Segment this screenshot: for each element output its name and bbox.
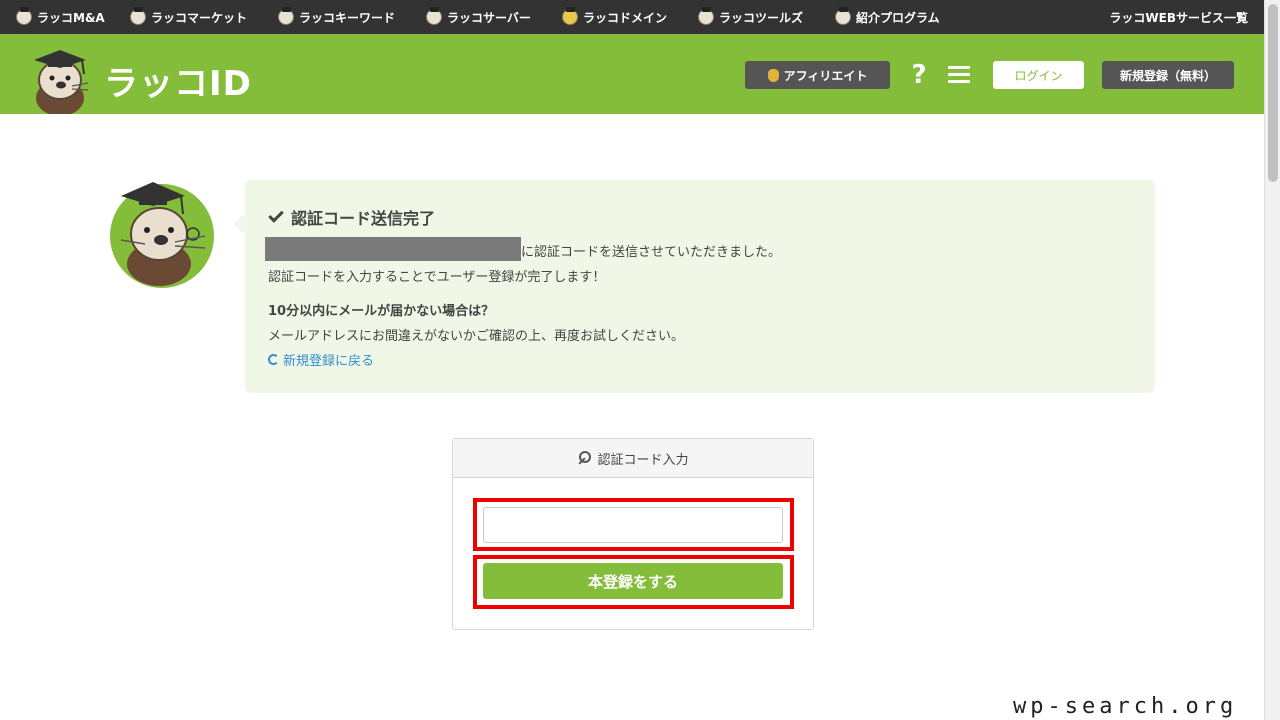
check-icon [268,207,284,223]
otter-mascot-icon [120,182,206,286]
service-link-market[interactable]: ラッコマーケット [130,0,247,34]
service-nav-bar: ラッコM&A ラッコマーケット ラッコキーワード ラッコサーバー ラッコドメイン… [0,0,1264,34]
otter-icon [426,7,442,25]
otter-icon [16,7,32,25]
hamburger-menu-icon[interactable] [948,66,970,84]
affiliate-button[interactable]: アフィリエイト [745,61,890,89]
message-title: 認証コード送信完了 [268,205,436,229]
confirmation-message-box: 認証コード送信完了 に認証コードを送信させていただきました。 認証コードを入力す… [233,180,1155,393]
message-instruction-text: 認証コードを入力することでユーザー登録が完了します！ [268,270,606,285]
otter-icon [835,7,851,25]
redacted-email [265,237,521,261]
otter-icon [130,7,146,25]
auth-code-input[interactable] [483,507,783,543]
message-title-text: 認証コード送信完了 [291,209,436,228]
watermark-text: wp-search.org [1013,694,1238,719]
service-link-label: ラッコマーケット [151,10,248,25]
register-button[interactable]: 新規登録（無料） [1102,61,1234,89]
service-link-tools[interactable]: ラッコツールズ [698,0,803,34]
service-link-label: ラッコキーワード [299,10,396,25]
brand-name: ラッコID [104,63,252,104]
back-link-label: 新規登録に戻る [283,354,375,369]
service-link-keyword[interactable]: ラッコキーワード [278,0,395,34]
service-link-label: 紹介プログラム [856,10,940,25]
otter-avatar [110,182,214,288]
service-link-domain[interactable]: ラッコドメイン [562,0,667,34]
site-logo[interactable]: ラッコID [26,46,252,114]
undo-icon [268,354,279,365]
auth-panel-header: 認証コード入力 [453,439,813,478]
service-link-label: ラッコドメイン [583,10,668,25]
service-link-server[interactable]: ラッコサーバー [426,0,531,34]
help-icon[interactable]: ? [908,60,930,90]
auth-panel-title: 認証コード入力 [597,452,689,468]
message-retry-text: メールアドレスにお間違えがないかご確認の上、再度お試しください。 [268,329,685,344]
service-link-label: ラッコツールズ [719,10,804,25]
otter-mascot-icon [34,50,89,114]
message-subheading: 10分以内にメールが届かない場合は？ [268,304,495,319]
page-scrollbar[interactable] [1264,0,1280,720]
back-to-register-link[interactable]: 新規登録に戻る [268,350,374,369]
service-link-label: ラッコサーバー [447,10,531,25]
service-link-referral[interactable]: 紹介プログラム [835,0,940,34]
service-link-label: ラッコM&A [37,10,105,25]
key-icon [577,451,592,465]
affiliate-label: アフィリエイト [783,68,868,83]
scrollbar-thumb[interactable] [1268,4,1278,182]
login-button[interactable]: ログイン [993,61,1084,89]
all-services-link[interactable]: ラッコWEBサービス一覧 [1109,0,1248,34]
otter-icon [698,7,714,25]
site-header: ラッコID アフィリエイト ? ログイン 新規登録（無料） [0,34,1264,114]
message-sent-text: に認証コードを送信させていただきました。 [521,245,782,260]
service-link-ma[interactable]: ラッコM&A [16,0,105,34]
money-bag-icon [767,68,779,82]
otter-icon [278,7,294,25]
otter-icon [562,7,578,25]
complete-registration-button[interactable]: 本登録をする [483,563,783,599]
